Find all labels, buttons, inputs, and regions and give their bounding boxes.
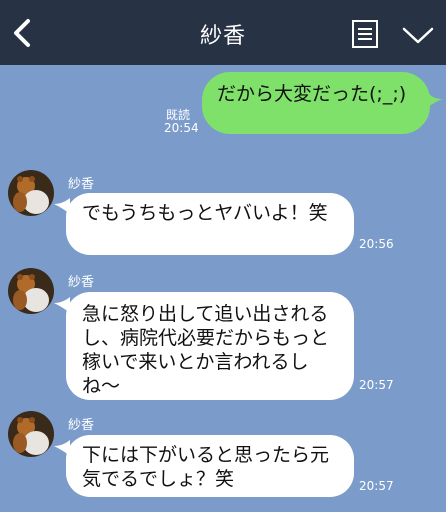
chat-header: 紗香 [0, 0, 446, 65]
avatar[interactable] [8, 170, 54, 216]
avatar[interactable] [8, 268, 54, 314]
chat-screen: 紗香 だから大変だった(;_;) 既読 20:54 紗香 でもうちもっとヤバいよ… [0, 0, 446, 512]
incoming-bubble-tail [54, 440, 70, 456]
incoming-bubble[interactable]: でもうちもっとヤバいよ！笑 [66, 193, 354, 255]
teddy-bear-avatar-icon [8, 411, 54, 457]
note-icon [352, 20, 378, 48]
menu-toggle-button[interactable] [400, 22, 436, 48]
sender-name: 紗香 [68, 177, 95, 192]
chevron-down-icon [402, 27, 434, 44]
incoming-timestamp: 20:57 [359, 479, 394, 493]
incoming-timestamp: 20:56 [359, 237, 394, 251]
outgoing-bubble-tail [428, 93, 442, 107]
sender-name: 紗香 [68, 418, 95, 433]
incoming-timestamp: 20:57 [359, 378, 394, 392]
avatar[interactable] [8, 411, 54, 457]
incoming-bubble-tail [54, 297, 70, 313]
outgoing-bubble[interactable]: だから大変だった(;_;) [202, 72, 430, 134]
teddy-bear-avatar-icon [8, 268, 54, 314]
teddy-bear-avatar-icon [8, 170, 54, 216]
incoming-bubble-tail [54, 198, 70, 214]
note-button[interactable] [350, 18, 380, 50]
incoming-bubble[interactable]: 下には下がいると思ったら元気でるでしょ？笑 [66, 435, 354, 497]
outgoing-timestamp: 20:54 [164, 121, 199, 135]
sender-name: 紗香 [68, 275, 95, 290]
incoming-bubble[interactable]: 急に怒り出して追い出されるし、病院代必要だからもっと稼いで来いとか言われるしね〜 [66, 292, 354, 400]
